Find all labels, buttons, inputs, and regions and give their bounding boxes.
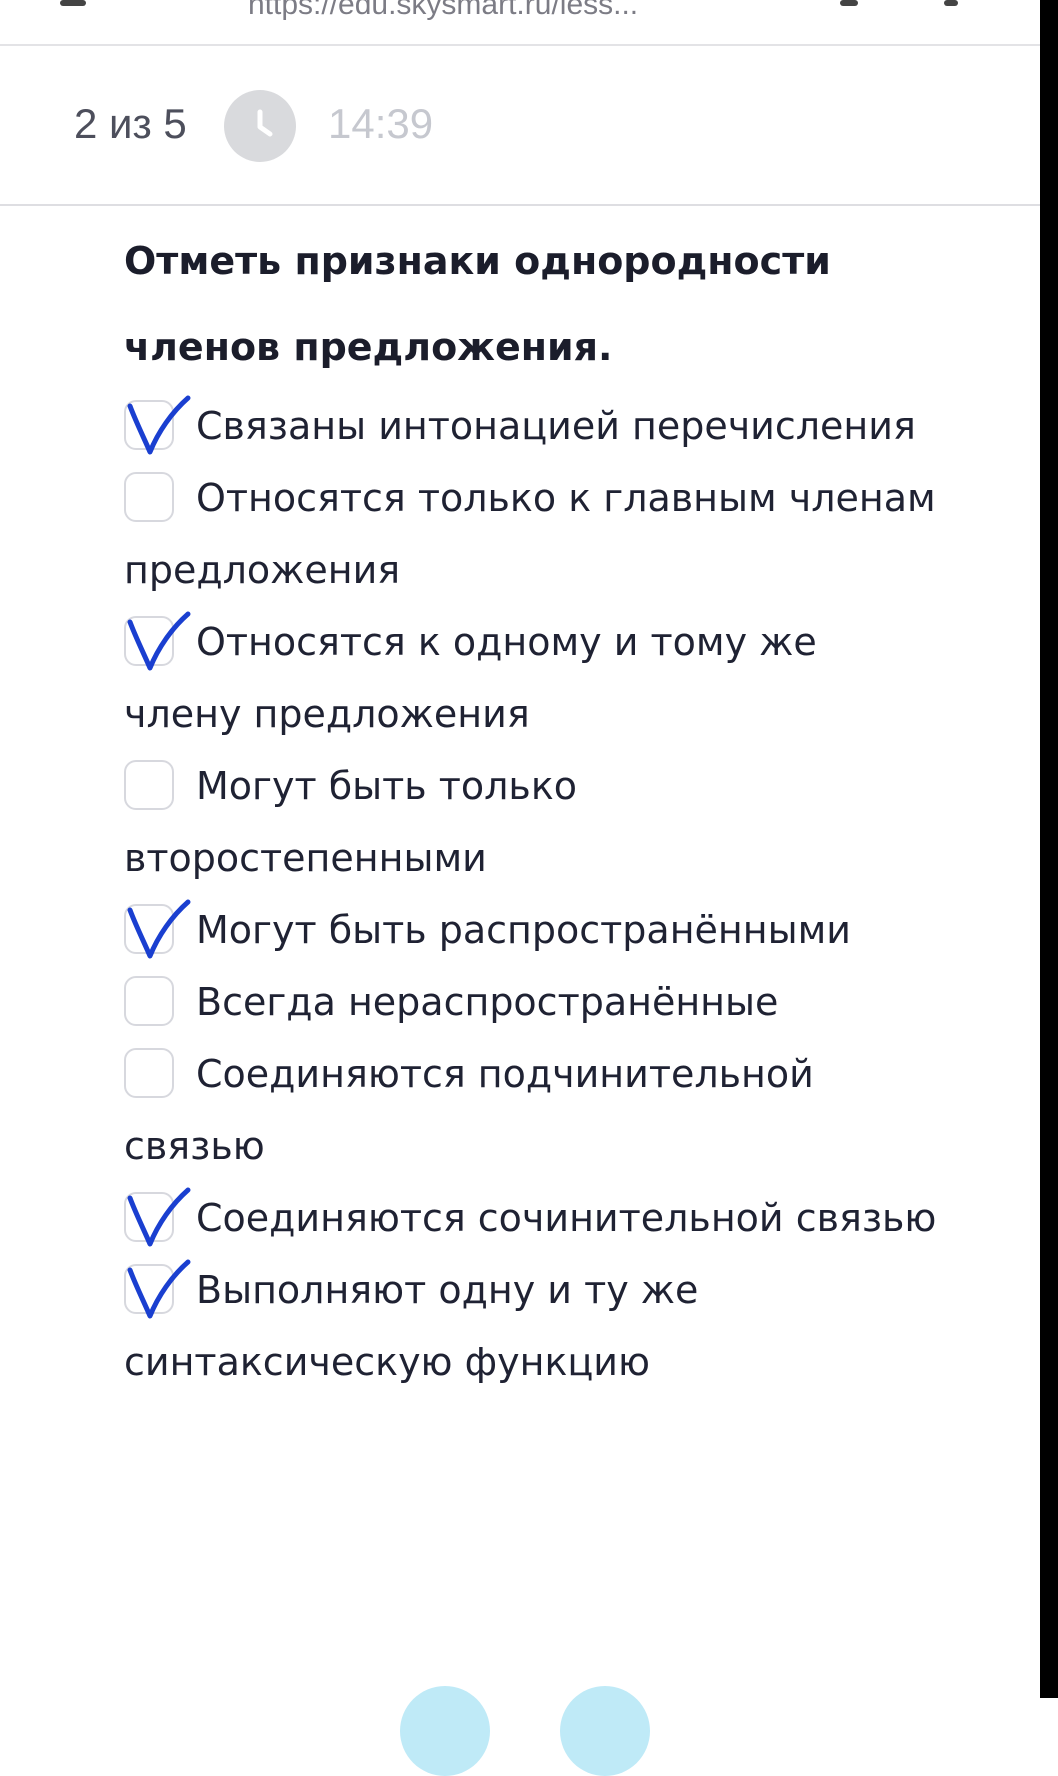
- handwritten-check-icon: [127, 1259, 191, 1318]
- task-header: 2 из 5 14:39: [0, 46, 1040, 206]
- browser-control-icon[interactable]: [840, 0, 858, 6]
- handwritten-check-icon: [127, 395, 191, 454]
- answer-option[interactable]: Связаны интонацией перечисления: [124, 390, 944, 462]
- answer-option-label: Выполняют одну и ту же синтаксическую фу…: [124, 1268, 699, 1384]
- answer-checkbox[interactable]: [124, 975, 174, 1026]
- answer-option-label: Могут быть распространёнными: [196, 908, 851, 952]
- answer-option[interactable]: Соединяются подчинительной связью: [124, 1038, 944, 1182]
- answer-option-label: Могут быть только второстепенными: [124, 764, 578, 880]
- answer-option[interactable]: Соединяются сочинительной связью: [124, 1182, 944, 1254]
- answer-option-label: Всегда нераспространённые: [196, 980, 779, 1024]
- answer-checkbox[interactable]: [124, 1047, 174, 1098]
- browser-control-icon[interactable]: [60, 0, 86, 6]
- answer-checkbox[interactable]: [124, 611, 191, 670]
- answer-option[interactable]: Могут быть только второстепенными: [124, 750, 944, 894]
- answer-option[interactable]: Выполняют одну и ту же синтаксическую фу…: [124, 1254, 944, 1398]
- url-text[interactable]: https://edu.skysmart.ru/less...: [248, 0, 638, 22]
- answer-checkbox[interactable]: [124, 759, 174, 810]
- answer-checkbox[interactable]: [124, 1259, 191, 1318]
- answer-checkbox[interactable]: [124, 899, 191, 958]
- answer-option[interactable]: Всегда нераспространённые: [124, 966, 944, 1038]
- handwritten-check-icon: [127, 611, 191, 670]
- answer-option[interactable]: Могут быть распространёнными: [124, 894, 944, 966]
- question-title: Отметь признаки однородности членов пред…: [124, 239, 831, 369]
- task-progress: 2 из 5: [74, 100, 187, 147]
- nav-button[interactable]: [400, 1686, 490, 1776]
- screen-edge: [1040, 0, 1058, 1698]
- answer-checkbox[interactable]: [124, 1187, 191, 1246]
- answer-checkbox[interactable]: [124, 471, 174, 522]
- answer-options-list: Связаны интонацией перечисления Относятся…: [124, 390, 944, 1398]
- answer-checkbox[interactable]: [124, 395, 191, 454]
- nav-button[interactable]: [560, 1686, 650, 1776]
- answer-option-label: Относятся к одному и тому же члену предл…: [124, 620, 817, 736]
- browser-address-bar[interactable]: https://edu.skysmart.ru/less...: [0, 0, 1040, 46]
- clock-icon: [224, 90, 296, 162]
- answer-option[interactable]: Относятся к одному и тому же члену предл…: [124, 606, 944, 750]
- browser-menu-icon[interactable]: [944, 0, 958, 6]
- answer-option-label: Соединяются сочинительной связью: [196, 1196, 937, 1240]
- timer: 14:39: [328, 100, 434, 147]
- handwritten-check-icon: [127, 899, 191, 958]
- answer-option-label: Соединяются подчинительной связью: [124, 1052, 814, 1168]
- answer-option[interactable]: Относятся только к главным членам предло…: [124, 462, 944, 606]
- handwritten-check-icon: [127, 1187, 191, 1246]
- answer-option-label: Связаны интонацией перечисления: [196, 404, 916, 448]
- answer-option-label: Относятся только к главным членам предло…: [124, 476, 936, 592]
